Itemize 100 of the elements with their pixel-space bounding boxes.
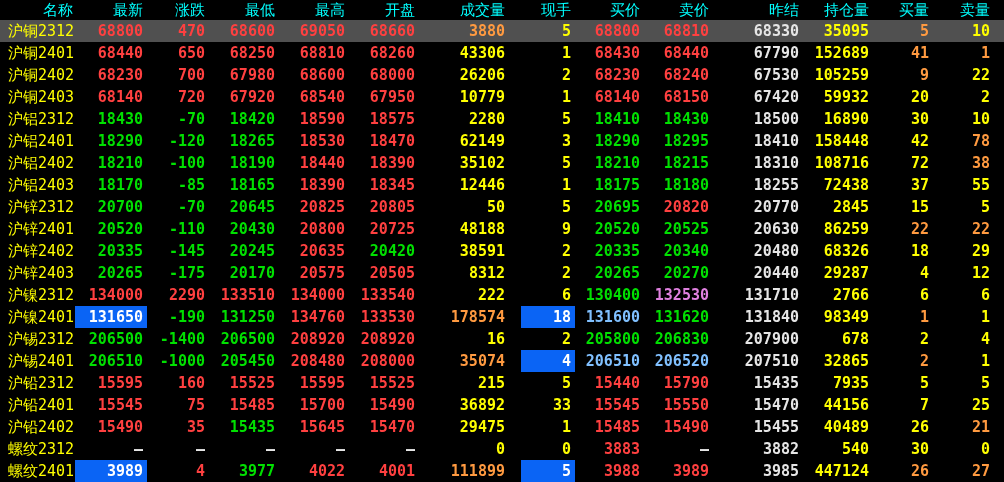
cell-value: 68800 [594, 23, 640, 39]
cell-value: 18295 [663, 133, 709, 149]
contract-name: 沪锡2401 [7, 351, 75, 372]
cell-value: 2280 [468, 111, 505, 127]
cell-value: 72 [910, 155, 929, 171]
cell-value: 131840 [744, 309, 799, 325]
cell-value: 15440 [594, 375, 640, 391]
cell-value: 3882 [762, 441, 799, 457]
cell-value: 3989 [672, 463, 709, 479]
cell-value: 20440 [753, 265, 799, 281]
column-header[interactable]: 名称 [0, 0, 75, 20]
cell-value: 133540 [360, 287, 415, 303]
cell-value: 26 [910, 463, 929, 479]
cell-value: 15490 [663, 419, 709, 435]
cell-value: 470 [177, 23, 205, 39]
cell-value: 15545 [594, 397, 640, 413]
cell-value: 18190 [229, 155, 275, 171]
cell-value: 26 [910, 419, 929, 435]
contract-name: 沪铅2312 [7, 373, 75, 394]
cell-value: 15525 [369, 375, 415, 391]
cell-value: 18175 [594, 177, 640, 193]
column-header[interactable]: 持仓量 [803, 0, 873, 20]
cell-value: 9 [561, 221, 571, 237]
cell-value: 111899 [450, 463, 505, 479]
column-header[interactable]: 买价 [575, 0, 644, 20]
cell-value: 215 [477, 375, 505, 391]
cell-value: 50 [486, 199, 505, 215]
cell-value: 0 [980, 441, 990, 457]
cell-value: 1 [980, 309, 990, 325]
cell-value: 33 [552, 397, 571, 413]
cell-value: 20 [910, 89, 929, 105]
cell-value: 41 [910, 45, 929, 61]
cell-value: 59932 [823, 89, 869, 105]
cell-value: 68540 [299, 89, 345, 105]
cell-value: 20770 [753, 199, 799, 215]
cell-value: 2 [561, 67, 571, 83]
cell-value: 207900 [744, 331, 799, 347]
column-header[interactable]: 开盘 [349, 0, 419, 20]
cell-value: -70 [177, 111, 205, 127]
cell-value: 22 [971, 67, 990, 83]
cell-value: 29 [971, 243, 990, 259]
cell-value: 1 [561, 89, 571, 105]
cell-value: 2 [561, 331, 571, 347]
column-header[interactable]: 卖量 [933, 0, 1004, 20]
column-header[interactable]: 最新 [75, 0, 147, 20]
cell-value: 18590 [299, 111, 345, 127]
cell-value: 20700 [97, 199, 143, 215]
column-header[interactable]: 现手 [521, 0, 575, 20]
contract-name: 沪铝2403 [7, 175, 75, 196]
column-header[interactable]: 卖价 [644, 0, 713, 20]
cell-value: 20575 [299, 265, 345, 281]
cell-value: 2766 [832, 287, 869, 303]
cell-value: 68600 [229, 23, 275, 39]
cell-value: 10 [971, 111, 990, 127]
cell-value: 5 [561, 155, 571, 171]
column-header[interactable]: 成交量 [419, 0, 521, 20]
cell-value: 3989 [106, 463, 143, 479]
cell-value: 15455 [753, 419, 799, 435]
quote-row[interactable]: 沪铜2312 68800 470 68600 69050 68660 3880 5 68800 68810 68330 35095 5 10 [0, 20, 1004, 42]
cell-value: 26206 [459, 67, 505, 83]
cell-value: 12 [971, 265, 990, 281]
cell-value: 160 [177, 375, 205, 391]
cell-value: — [699, 441, 709, 457]
cell-value: 18265 [229, 133, 275, 149]
column-header[interactable]: 昨结 [713, 0, 803, 20]
cell-value: 68660 [369, 23, 415, 39]
cell-value: 133510 [220, 287, 275, 303]
contract-name: 螺纹2312 [7, 439, 75, 460]
cell-value: 40489 [823, 419, 869, 435]
cell-value: 78 [971, 133, 990, 149]
cell-value: 1 [561, 45, 571, 61]
column-header[interactable]: 最低 [209, 0, 279, 20]
contract-name: 沪锌2403 [7, 263, 75, 284]
cell-value: — [335, 441, 345, 457]
cell-value: 98349 [823, 309, 869, 325]
cell-value: 20505 [369, 265, 415, 281]
cell-value: 68810 [299, 45, 345, 61]
column-header[interactable]: 买量 [873, 0, 933, 20]
cell-value: 206830 [654, 331, 709, 347]
cell-value: -120 [168, 133, 205, 149]
cell-value: 15790 [663, 375, 709, 391]
column-header[interactable]: 涨跌 [147, 0, 209, 20]
cell-value: 15700 [299, 397, 345, 413]
cell-value: 20630 [753, 221, 799, 237]
cell-value: 20800 [299, 221, 345, 237]
contract-name: 沪铜2403 [7, 87, 75, 108]
cell-value: 20170 [229, 265, 275, 281]
cell-value: 62149 [459, 133, 505, 149]
cell-value: 10779 [459, 89, 505, 105]
cell-value: 20420 [369, 243, 415, 259]
cell-value: 75 [186, 397, 205, 413]
cell-value: 68810 [663, 23, 709, 39]
cell-value: 68140 [97, 89, 143, 105]
cell-value: 67980 [229, 67, 275, 83]
cell-value: 68600 [299, 67, 345, 83]
column-header[interactable]: 最高 [279, 0, 349, 20]
contract-name: 沪锡2312 [7, 329, 75, 350]
cell-value: 678 [841, 331, 869, 347]
cell-value: 18165 [229, 177, 275, 193]
cell-value: 5 [980, 375, 990, 391]
